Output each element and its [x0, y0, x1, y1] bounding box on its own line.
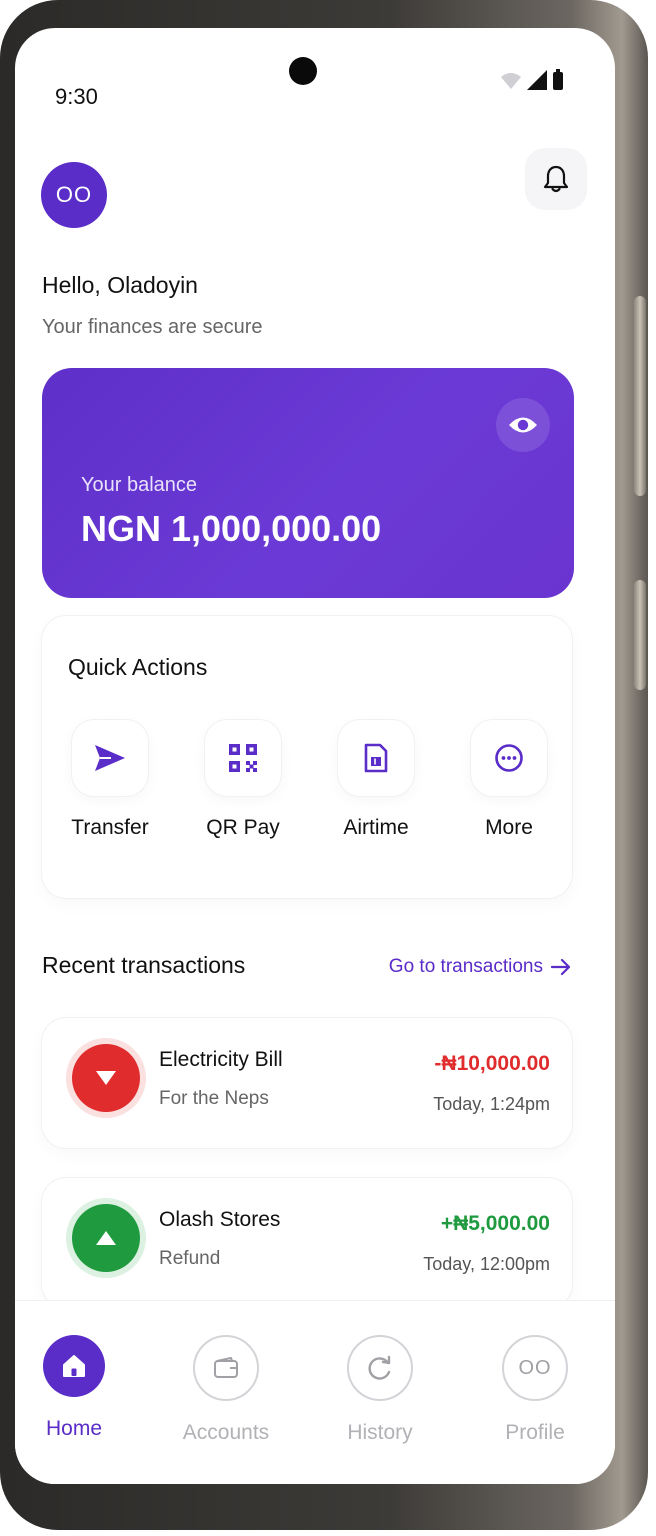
transaction-time: Today, 12:00pm: [423, 1254, 550, 1274]
qr-code-icon: [229, 744, 257, 772]
transaction-name: Olash Stores: [159, 1208, 281, 1231]
transaction-amount: -₦10,000.00: [434, 1052, 550, 1075]
quick-action-label: QR Pay: [206, 816, 280, 839]
nav-item-accounts[interactable]: Accounts: [176, 1335, 276, 1445]
transaction-note: Refund: [159, 1248, 221, 1269]
phone-frame: 9:30 OO Hello, Oladoyin Your finances ar…: [0, 0, 648, 1530]
front-camera: [289, 57, 317, 85]
bottom-navigation: Home Accounts History OO Profile: [15, 1300, 615, 1484]
quick-action-qr-pay[interactable]: QR Pay: [187, 720, 299, 840]
history-nav-circle: [347, 1335, 413, 1401]
qr-pay-icon-tile: [205, 720, 281, 796]
quick-action-airtime[interactable]: Airtime: [320, 720, 432, 840]
quick-action-transfer[interactable]: Transfer: [54, 720, 166, 840]
credit-indicator: [72, 1204, 140, 1272]
go-to-transactions-link[interactable]: Go to transactions: [389, 956, 571, 978]
signal-icon: [527, 70, 547, 90]
balance-label: Your balance: [81, 474, 198, 496]
quick-action-more[interactable]: More: [453, 720, 565, 840]
debit-indicator: [72, 1044, 140, 1112]
greeting-title: Hello, Oladoyin: [42, 272, 198, 298]
recent-transactions-title: Recent transactions: [42, 952, 246, 978]
balance-card: Your balance NGN 1,000,000.00: [42, 368, 574, 598]
quick-actions-title: Quick Actions: [68, 654, 208, 680]
home-icon: [63, 1355, 85, 1377]
quick-actions-card: Quick Actions Transfer QR Pay Airtime Mo…: [42, 616, 572, 898]
more-icon-tile: [471, 720, 547, 796]
quick-action-label: Airtime: [343, 816, 409, 839]
transaction-row[interactable]: Electricity Bill For the Neps -₦10,000.0…: [42, 1018, 572, 1148]
nav-label: History: [347, 1421, 413, 1444]
profile-avatar: OO: [502, 1335, 568, 1401]
toggle-balance-visibility-button[interactable]: [496, 398, 550, 452]
balance-amount: NGN 1,000,000.00: [81, 508, 382, 549]
wifi-icon: [501, 73, 521, 89]
nav-item-home[interactable]: Home: [24, 1335, 124, 1441]
send-icon: [95, 745, 125, 771]
refresh-icon: [368, 1355, 391, 1380]
transaction-row[interactable]: Olash Stores Refund +₦5,000.00 Today, 12…: [42, 1178, 572, 1308]
greeting-subtitle: Your finances are secure: [42, 316, 263, 338]
nav-item-history[interactable]: History: [330, 1335, 430, 1445]
quick-action-label: Transfer: [71, 816, 149, 839]
profile-initials: OO: [518, 1356, 552, 1379]
status-icons: [501, 69, 563, 90]
transaction-amount: +₦5,000.00: [440, 1212, 550, 1235]
status-time: 9:30: [55, 84, 98, 109]
transaction-time: Today, 1:24pm: [433, 1094, 550, 1114]
arrow-right-icon: [551, 959, 571, 975]
accounts-nav-circle: [193, 1335, 259, 1401]
avatar[interactable]: OO: [41, 162, 107, 228]
arrow-down-icon: [96, 1071, 116, 1085]
bell-icon: [543, 165, 569, 193]
more-icon: [495, 744, 523, 772]
transaction-note: For the Neps: [159, 1088, 269, 1109]
volume-key: [634, 296, 646, 496]
wallet-icon: [214, 1357, 238, 1378]
app-screen: 9:30 OO Hello, Oladoyin Your finances ar…: [15, 28, 615, 1484]
battery-icon: [553, 69, 563, 90]
nav-label: Accounts: [182, 1421, 270, 1444]
nav-label: Profile: [505, 1421, 565, 1444]
nav-item-profile[interactable]: OO Profile: [485, 1335, 585, 1445]
home-nav-circle: [43, 1335, 105, 1397]
arrow-up-icon: [96, 1231, 116, 1245]
go-to-transactions-label: Go to transactions: [388, 956, 543, 977]
transfer-icon-tile: [72, 720, 148, 796]
power-key: [634, 580, 646, 690]
transaction-name: Electricity Bill: [159, 1048, 283, 1071]
nav-label: Home: [45, 1417, 103, 1440]
eye-icon: [509, 417, 537, 433]
airtime-icon-tile: [338, 720, 414, 796]
notifications-button[interactable]: [525, 148, 587, 210]
sim-card-icon: [364, 743, 388, 773]
quick-action-label: More: [485, 816, 533, 839]
